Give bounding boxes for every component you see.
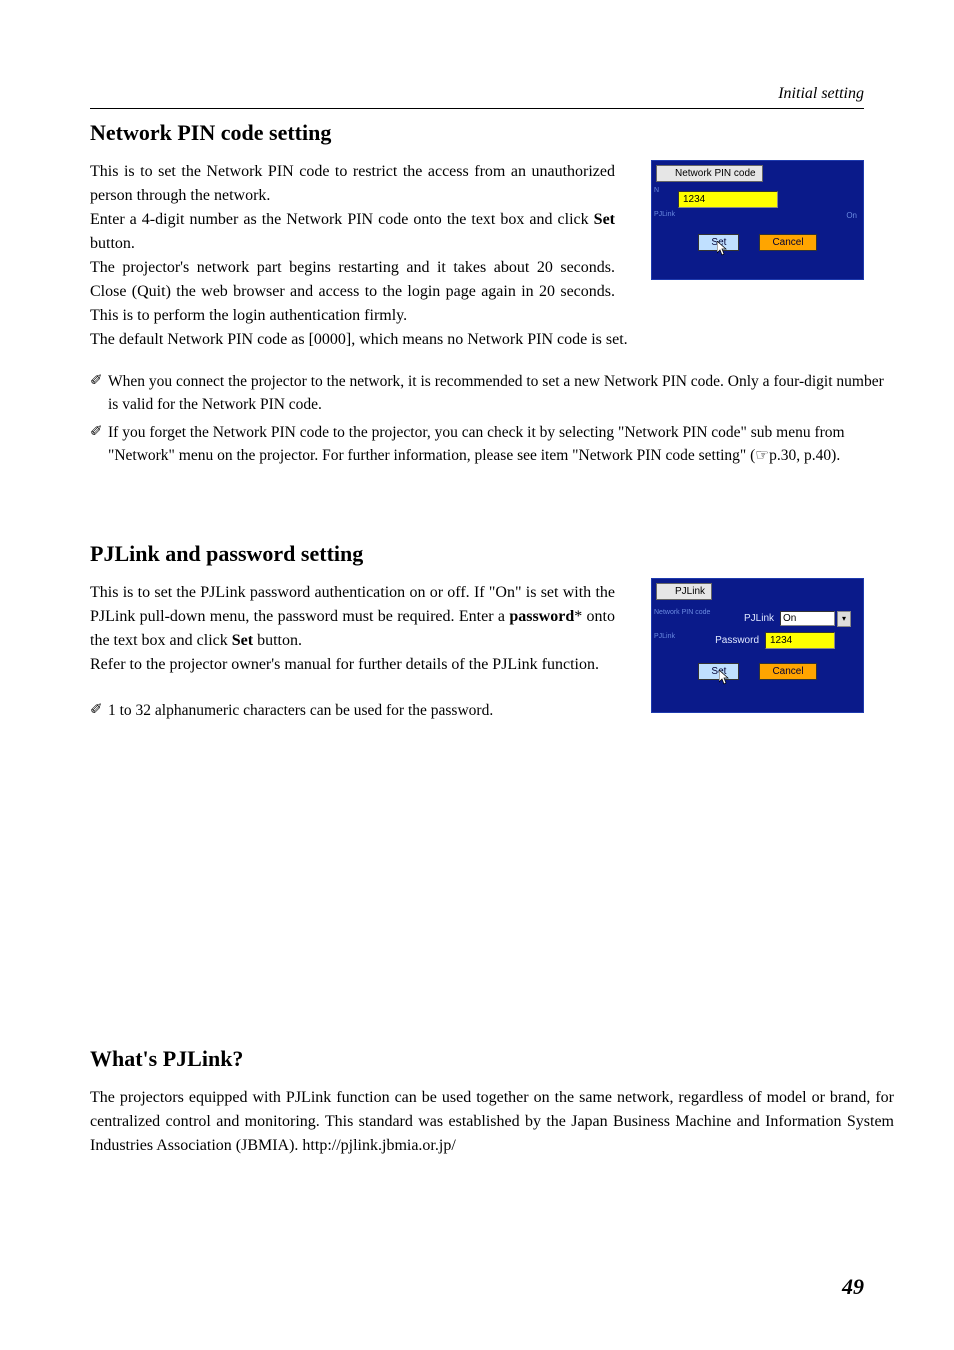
right-label-on: On — [846, 211, 857, 220]
side-label-pjlink: PJLink — [654, 211, 675, 218]
cancel-button[interactable]: Cancel — [759, 234, 816, 251]
side-label: N — [654, 187, 659, 194]
note-bullet-icon: ✐ — [90, 421, 108, 468]
section1-p3: The projector's network part begins rest… — [90, 256, 615, 328]
note-text: If you forget the Network PIN code to th… — [108, 421, 894, 468]
section1-p2: Enter a 4-digit number as the Network PI… — [90, 208, 615, 256]
dialog-title: Network PIN code — [656, 165, 763, 182]
cancel-button[interactable]: Cancel — [759, 663, 816, 680]
header-breadcrumb: Initial setting — [778, 85, 864, 103]
section3-p1: The projectors equipped with PJLink func… — [90, 1086, 894, 1158]
set-button[interactable]: Set — [698, 663, 739, 680]
text: button. — [253, 632, 302, 649]
cursor-icon — [719, 670, 731, 686]
note-text: When you connect the projector to the ne… — [108, 370, 894, 417]
text-bold: Set — [594, 211, 615, 228]
pin-code-input[interactable]: 1234 — [678, 191, 778, 208]
dialog-titlebar: PJLink — [652, 579, 863, 601]
dialog-title: PJLink — [656, 583, 712, 600]
dialog-network-pin: Network PIN code N PJLink On 1234 Set Ca… — [651, 160, 864, 280]
side-label-pin: Network PIN code — [654, 609, 710, 616]
dialog-titlebar: Network PIN code — [652, 161, 863, 183]
note-bullet-icon: ✐ — [90, 699, 108, 722]
text: button. — [90, 235, 135, 252]
note-item: ✐ If you forget the Network PIN code to … — [90, 421, 894, 468]
section1-notes: ✐ When you connect the projector to the … — [90, 370, 894, 467]
section2-p2: Refer to the projector owner's manual fo… — [90, 653, 615, 677]
section2-p1: This is to set the PJLink password authe… — [90, 581, 615, 653]
dialog-pjlink: PJLink Network PIN code PJLink PJLink On… — [651, 578, 864, 713]
note-item: ✐ When you connect the projector to the … — [90, 370, 894, 417]
section1-heading: Network PIN code setting — [90, 120, 894, 146]
section1-p1: This is to set the Network PIN code to r… — [90, 160, 615, 208]
dropdown-arrow-icon[interactable]: ▾ — [837, 611, 851, 627]
text: Enter a 4-digit number as the Network PI… — [90, 211, 594, 228]
cursor-icon — [717, 241, 729, 257]
page-number: 49 — [842, 1274, 864, 1300]
pjlink-select[interactable]: On — [780, 611, 835, 626]
section3-heading: What's PJLink? — [90, 1046, 894, 1072]
set-button[interactable]: Set — [698, 234, 739, 251]
pjlink-label: PJLink — [725, 613, 780, 624]
header-rule — [90, 108, 864, 109]
text-bold: Set — [232, 632, 253, 649]
note-bullet-icon: ✐ — [90, 370, 108, 417]
password-label: Password — [710, 635, 765, 646]
text-bold: password — [509, 608, 574, 625]
section2-heading: PJLink and password setting — [90, 541, 894, 567]
side-label-pjlink: PJLink — [654, 633, 675, 640]
password-input[interactable]: 1234 — [765, 632, 835, 649]
section1-p4: The default Network PIN code as [0000], … — [90, 328, 894, 352]
